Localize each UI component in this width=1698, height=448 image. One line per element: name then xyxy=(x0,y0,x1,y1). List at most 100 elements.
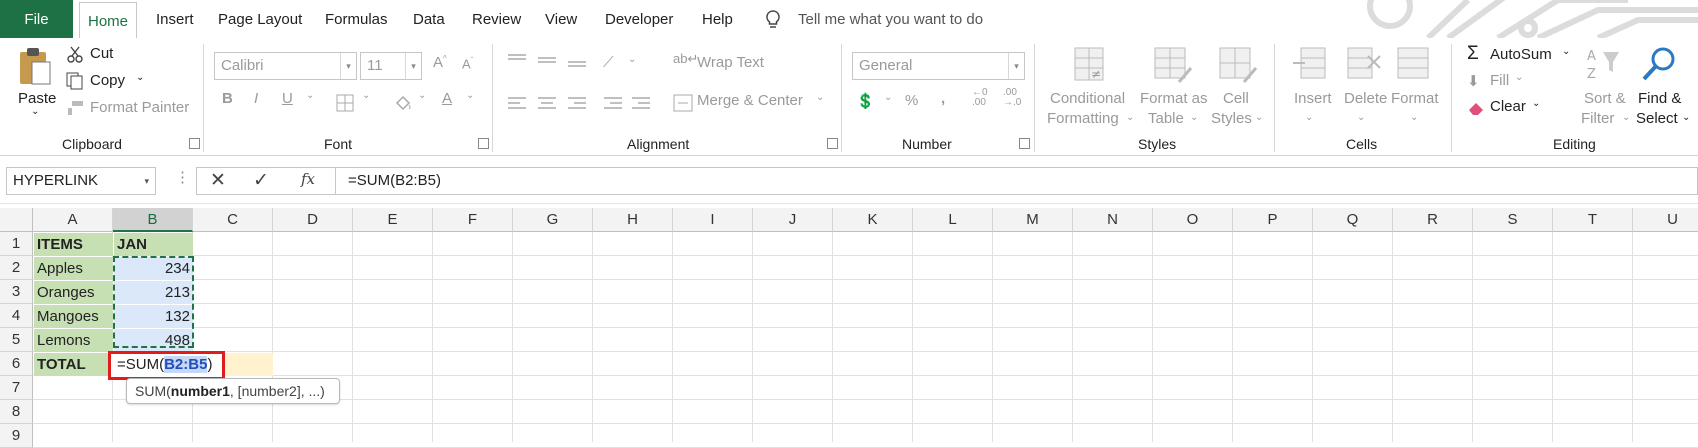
cell-a3[interactable]: Oranges xyxy=(34,281,113,304)
font-launcher[interactable] xyxy=(478,138,489,149)
function-tooltip[interactable]: SUM(number1, [number2], ...) xyxy=(126,378,340,404)
autosum-button[interactable]: AutoSum xyxy=(1490,46,1552,63)
italic-button[interactable]: I xyxy=(254,90,258,107)
borders-dropdown-arrow[interactable]: ⌄ xyxy=(362,90,370,101)
column-header-f[interactable]: F xyxy=(433,208,513,232)
tab-insert[interactable]: Insert xyxy=(156,0,194,38)
tab-formulas[interactable]: Formulas xyxy=(325,0,388,38)
find-select-label-2[interactable]: Select xyxy=(1636,110,1678,127)
cell-b3[interactable]: 213 xyxy=(114,281,193,304)
select-all-corner[interactable] xyxy=(0,208,33,232)
underline-dropdown-arrow[interactable]: ⌄ xyxy=(306,90,314,101)
accounting-dropdown-arrow[interactable]: ⌄ xyxy=(884,92,892,103)
comma-style-icon[interactable]: , xyxy=(941,90,945,107)
cell-a2[interactable]: Apples xyxy=(34,257,113,280)
column-header-m[interactable]: M xyxy=(993,208,1073,232)
format-as-table-label-1[interactable]: Format as xyxy=(1140,90,1208,107)
tab-developer[interactable]: Developer xyxy=(605,0,673,38)
row-header-8[interactable]: 8 xyxy=(0,400,33,424)
tell-me-search[interactable]: Tell me what you want to do xyxy=(798,0,983,38)
cell-a5[interactable]: Lemons xyxy=(34,329,113,352)
insert-button[interactable]: Insert xyxy=(1294,90,1332,107)
insert-dropdown-arrow[interactable]: ⌄ xyxy=(1305,112,1313,123)
conditional-formatting-label-2[interactable]: Formatting xyxy=(1047,110,1119,127)
column-header-k[interactable]: K xyxy=(833,208,913,232)
format-as-table-label-2[interactable]: Table xyxy=(1148,110,1184,127)
cut-button[interactable]: Cut xyxy=(90,45,113,62)
row-header-6[interactable]: 6 xyxy=(0,352,33,376)
cancel-icon[interactable]: ✕ xyxy=(210,169,226,192)
insert-function-icon[interactable]: fx xyxy=(301,170,315,188)
format-dropdown-arrow[interactable]: ⌄ xyxy=(1410,112,1418,123)
column-header-u[interactable]: U xyxy=(1633,208,1698,232)
borders-icon[interactable] xyxy=(336,94,354,112)
font-color-dropdown-arrow[interactable]: ⌄ xyxy=(466,90,474,101)
merge-center-button[interactable]: Merge & Center xyxy=(697,92,803,109)
column-header-c[interactable]: C xyxy=(193,208,273,232)
percent-style-icon[interactable]: % xyxy=(905,92,918,109)
column-header-n[interactable]: N xyxy=(1073,208,1153,232)
formula-input[interactable]: =SUM(B2:B5) xyxy=(336,167,1698,195)
delete-button[interactable]: Delete xyxy=(1344,90,1387,107)
decrease-decimal-icon[interactable]: .00 →.0 xyxy=(1003,88,1021,108)
bold-button[interactable]: B xyxy=(222,90,233,107)
row-header-1[interactable]: 1 xyxy=(0,232,33,256)
wrap-text-button[interactable]: Wrap Text xyxy=(697,54,764,71)
cell-styles-arrow[interactable]: ⌄ xyxy=(1255,112,1263,123)
fill-color-dropdown-arrow[interactable]: ⌄ xyxy=(418,90,426,101)
copy-dropdown-arrow[interactable]: ⌄ xyxy=(136,72,144,83)
tab-view[interactable]: View xyxy=(545,0,577,38)
cell-a6[interactable]: TOTAL xyxy=(34,353,113,376)
sort-filter-label-2[interactable]: Filter xyxy=(1581,110,1614,127)
paste-button[interactable]: Paste xyxy=(18,90,56,107)
sort-filter-label-1[interactable]: Sort & xyxy=(1584,90,1626,107)
cell-b6-editing[interactable]: =SUM(B2:B5) xyxy=(108,351,225,380)
row-header-3[interactable]: 3 xyxy=(0,280,33,304)
row-header-5[interactable]: 5 xyxy=(0,328,33,352)
row-header-4[interactable]: 4 xyxy=(0,304,33,328)
cell-styles-label-1[interactable]: Cell xyxy=(1223,90,1249,107)
cell-b1[interactable]: JAN xyxy=(114,233,193,256)
find-select-label-1[interactable]: Find & xyxy=(1638,90,1681,107)
font-size-combo[interactable]: 11 ▾ xyxy=(360,52,422,80)
fill-color-icon[interactable] xyxy=(393,93,413,113)
font-color-icon[interactable]: A xyxy=(442,90,452,107)
clear-button[interactable]: Clear xyxy=(1490,98,1526,115)
column-header-a[interactable]: A xyxy=(33,208,113,232)
cell-a1[interactable]: ITEMS xyxy=(34,233,113,256)
find-select-arrow[interactable]: ⌄ xyxy=(1682,112,1690,123)
column-header-b[interactable]: B xyxy=(113,208,193,232)
column-header-d[interactable]: D xyxy=(273,208,353,232)
row-header-2[interactable]: 2 xyxy=(0,256,33,280)
vertical-align-icons[interactable] xyxy=(508,52,588,70)
format-as-table-arrow[interactable]: ⌄ xyxy=(1190,112,1198,123)
column-header-q[interactable]: Q xyxy=(1313,208,1393,232)
alignment-launcher[interactable] xyxy=(827,138,838,149)
number-format-combo[interactable]: General ▾ xyxy=(852,52,1025,80)
orientation-dropdown-arrow[interactable]: ⌄ xyxy=(628,54,636,65)
clear-dropdown-arrow[interactable]: ⌄ xyxy=(1532,98,1540,109)
horizontal-align-icons[interactable] xyxy=(508,96,650,112)
number-launcher[interactable] xyxy=(1019,138,1030,149)
delete-dropdown-arrow[interactable]: ⌄ xyxy=(1357,112,1365,123)
cell-b4[interactable]: 132 xyxy=(114,305,193,328)
conditional-formatting-arrow[interactable]: ⌄ xyxy=(1126,112,1134,123)
paste-dropdown-arrow[interactable]: ⌄ xyxy=(31,106,39,117)
cell-b5[interactable]: 498 xyxy=(114,329,193,352)
tab-home[interactable]: Home xyxy=(79,2,137,39)
format-button[interactable]: Format xyxy=(1391,90,1439,107)
column-header-t[interactable]: T xyxy=(1553,208,1633,232)
font-name-combo[interactable]: Calibri ▾ xyxy=(214,52,357,80)
tab-help[interactable]: Help xyxy=(702,0,733,38)
increase-decimal-icon[interactable]: ←0.00 xyxy=(972,88,988,108)
column-header-o[interactable]: O xyxy=(1153,208,1233,232)
copy-button[interactable]: Copy xyxy=(90,72,125,89)
autosum-dropdown-arrow[interactable]: ⌄ xyxy=(1562,46,1570,57)
row-header-7[interactable]: 7 xyxy=(0,376,33,400)
column-header-r[interactable]: R xyxy=(1393,208,1473,232)
underline-button[interactable]: U xyxy=(282,90,293,107)
column-header-i[interactable]: I xyxy=(673,208,753,232)
column-header-s[interactable]: S xyxy=(1473,208,1553,232)
tab-file[interactable]: File xyxy=(0,0,73,38)
column-header-h[interactable]: H xyxy=(593,208,673,232)
